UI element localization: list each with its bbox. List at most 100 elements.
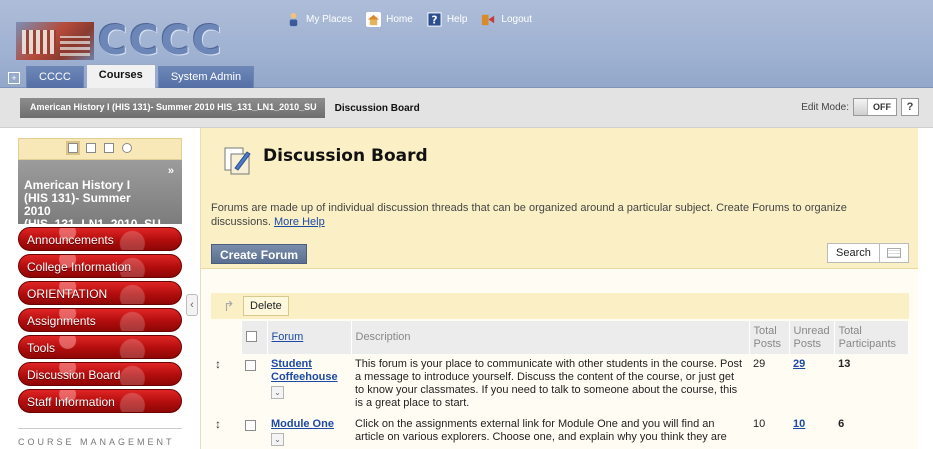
- create-forum-button[interactable]: Create Forum: [211, 244, 308, 264]
- help-icon: ?: [427, 12, 442, 27]
- breadcrumb-bar: American History I (HIS 131)- Summer 201…: [0, 88, 933, 128]
- forum-table: Forum Description Total Posts Unread Pos…: [211, 321, 910, 449]
- course-menu: American History I (HIS 131)- Summer 201…: [18, 138, 182, 449]
- folder-view-icon[interactable]: [86, 143, 96, 153]
- tab-courses[interactable]: Courses: [85, 64, 156, 88]
- home-link[interactable]: Home: [366, 12, 413, 27]
- grid-icon: [887, 248, 901, 258]
- edit-mode-control: Edit Mode: OFF ?: [801, 98, 919, 116]
- list-view-icon[interactable]: [66, 141, 80, 155]
- row-select-cell: [241, 414, 267, 449]
- forum-description: This forum is your place to communicate …: [355, 358, 743, 409]
- menu-item-discussion-board[interactable]: Discussion Board: [18, 362, 182, 386]
- tab-system-admin[interactable]: System Admin: [157, 66, 255, 88]
- course-title[interactable]: American History I (HIS 131)- Summer 201…: [18, 160, 182, 224]
- college-logo[interactable]: CCCC: [16, 16, 221, 62]
- expand-icon[interactable]: +: [8, 72, 20, 84]
- total-posts-value: 10: [753, 418, 766, 430]
- forum-cell: Module One ⌄: [267, 414, 351, 449]
- logout-icon: [482, 14, 495, 26]
- unread-posts-cell: 10: [789, 414, 834, 449]
- row-checkbox[interactable]: [245, 360, 256, 371]
- participants-value: 13: [838, 358, 851, 370]
- total-posts-value: 29: [753, 358, 766, 370]
- logout-label: Logout: [501, 14, 532, 25]
- edit-mode-toggle[interactable]: OFF: [853, 98, 897, 116]
- menu-item-assignments[interactable]: Assignments: [18, 308, 182, 332]
- page-title: Discussion Board: [263, 146, 428, 166]
- table-row: ↕ Student Coffeehouse ⌄ This forum is yo…: [211, 354, 909, 414]
- page-description: Forums are made up of individual discuss…: [211, 201, 901, 229]
- total-posts-header[interactable]: Total Posts: [749, 321, 790, 354]
- total-participants-header[interactable]: Total Participants: [834, 321, 910, 354]
- menu-view-options: [18, 138, 182, 160]
- unread-posts-header[interactable]: Unread Posts: [789, 321, 835, 354]
- select-all-checkbox[interactable]: [245, 331, 257, 342]
- home-label: Home: [386, 14, 413, 25]
- breadcrumb: American History I (HIS 131)- Summer 201…: [20, 98, 420, 118]
- menu-item-tools[interactable]: Tools: [18, 335, 182, 359]
- content-area: Discussion Board Forums are made up of i…: [200, 128, 919, 449]
- table-row: ↕ Module One ⌄ Click on the assignments …: [211, 414, 909, 449]
- help-link[interactable]: ? Help: [427, 12, 468, 27]
- table-header-row: Forum Description Total Posts Unread Pos…: [211, 321, 910, 354]
- grid-view-button[interactable]: [879, 243, 909, 263]
- refresh-icon[interactable]: [122, 143, 132, 153]
- forum-cell: Student Coffeehouse ⌄: [267, 354, 351, 414]
- main-content: Discussion Board Forums are made up of i…: [200, 128, 933, 449]
- drag-column-header: [211, 321, 242, 354]
- svg-text:?: ?: [431, 14, 437, 26]
- tab-bar: + CCCC Courses System Admin: [8, 64, 256, 88]
- forum-column-header[interactable]: Forum: [267, 321, 352, 354]
- collapse-menu-button[interactable]: ‹: [186, 294, 198, 316]
- chevron-down-icon[interactable]: ⌄: [271, 433, 284, 446]
- chevron-down-icon[interactable]: ⌄: [271, 386, 284, 399]
- help-label: Help: [446, 14, 468, 25]
- building-logo-image: [16, 22, 94, 60]
- breadcrumb-course[interactable]: American History I (HIS 131)- Summer 201…: [20, 98, 325, 118]
- course-title-text: American History I (HIS 131)- Summer 201…: [24, 178, 161, 225]
- select-arrow-icon: ↱: [223, 298, 235, 314]
- my-places-label: My Places: [306, 14, 353, 25]
- scrollbar[interactable]: [918, 128, 933, 449]
- search-button[interactable]: Search: [827, 243, 880, 263]
- delete-button[interactable]: Delete: [243, 296, 289, 316]
- my-places-link[interactable]: My Places: [286, 12, 352, 27]
- row-checkbox[interactable]: [245, 420, 256, 431]
- forum-link[interactable]: Module One: [271, 418, 334, 430]
- logo-text: CCCC: [98, 18, 224, 64]
- help-button[interactable]: ?: [901, 98, 919, 116]
- edit-mode-label: Edit Mode:: [801, 101, 849, 113]
- description-column-header: Description: [351, 321, 750, 354]
- logout-link[interactable]: Logout: [481, 12, 532, 27]
- drag-handle-icon[interactable]: ↕: [211, 414, 241, 449]
- chevron-right-icon[interactable]: »: [168, 165, 174, 178]
- person-icon: [289, 12, 298, 27]
- row-select-cell: [241, 354, 267, 414]
- home-icon: [366, 12, 382, 27]
- unread-posts-cell: 29: [789, 354, 834, 414]
- menu-item-orientation[interactable]: ORIENTATION: [18, 281, 182, 305]
- edit-mode-value: OFF: [873, 102, 891, 112]
- menu-item-announcements[interactable]: Announcements: [18, 227, 182, 251]
- discussion-board-icon: [224, 147, 251, 175]
- unread-posts-link[interactable]: 10: [793, 418, 805, 430]
- course-management-heading[interactable]: COURSE MANAGEMENT: [18, 428, 182, 447]
- new-window-icon[interactable]: [104, 143, 114, 153]
- more-help-link[interactable]: More Help: [274, 216, 325, 228]
- drag-handle-icon[interactable]: ↕: [211, 354, 241, 414]
- participants-value: 6: [838, 418, 845, 430]
- menu-item-staff-information[interactable]: Staff Information: [18, 389, 182, 413]
- header: CCCC My Places Home ? Help Logout + CCCC…: [0, 0, 933, 88]
- forum-description: Click on the assignments external link f…: [355, 418, 727, 443]
- tab-cccc[interactable]: CCCC: [26, 66, 84, 88]
- forum-sort-link[interactable]: Forum: [272, 331, 304, 343]
- forum-link[interactable]: Student Coffeehouse: [271, 358, 338, 383]
- toggle-knob: [854, 99, 868, 115]
- breadcrumb-current: Discussion Board: [334, 102, 420, 114]
- unread-posts-link[interactable]: 29: [793, 358, 805, 370]
- top-links: My Places Home ? Help Logout: [286, 12, 532, 27]
- action-bar: ↱ Delete: [211, 293, 909, 319]
- page-header: Discussion Board Forums are made up of i…: [201, 128, 919, 269]
- menu-item-college-information[interactable]: College Information: [18, 254, 182, 278]
